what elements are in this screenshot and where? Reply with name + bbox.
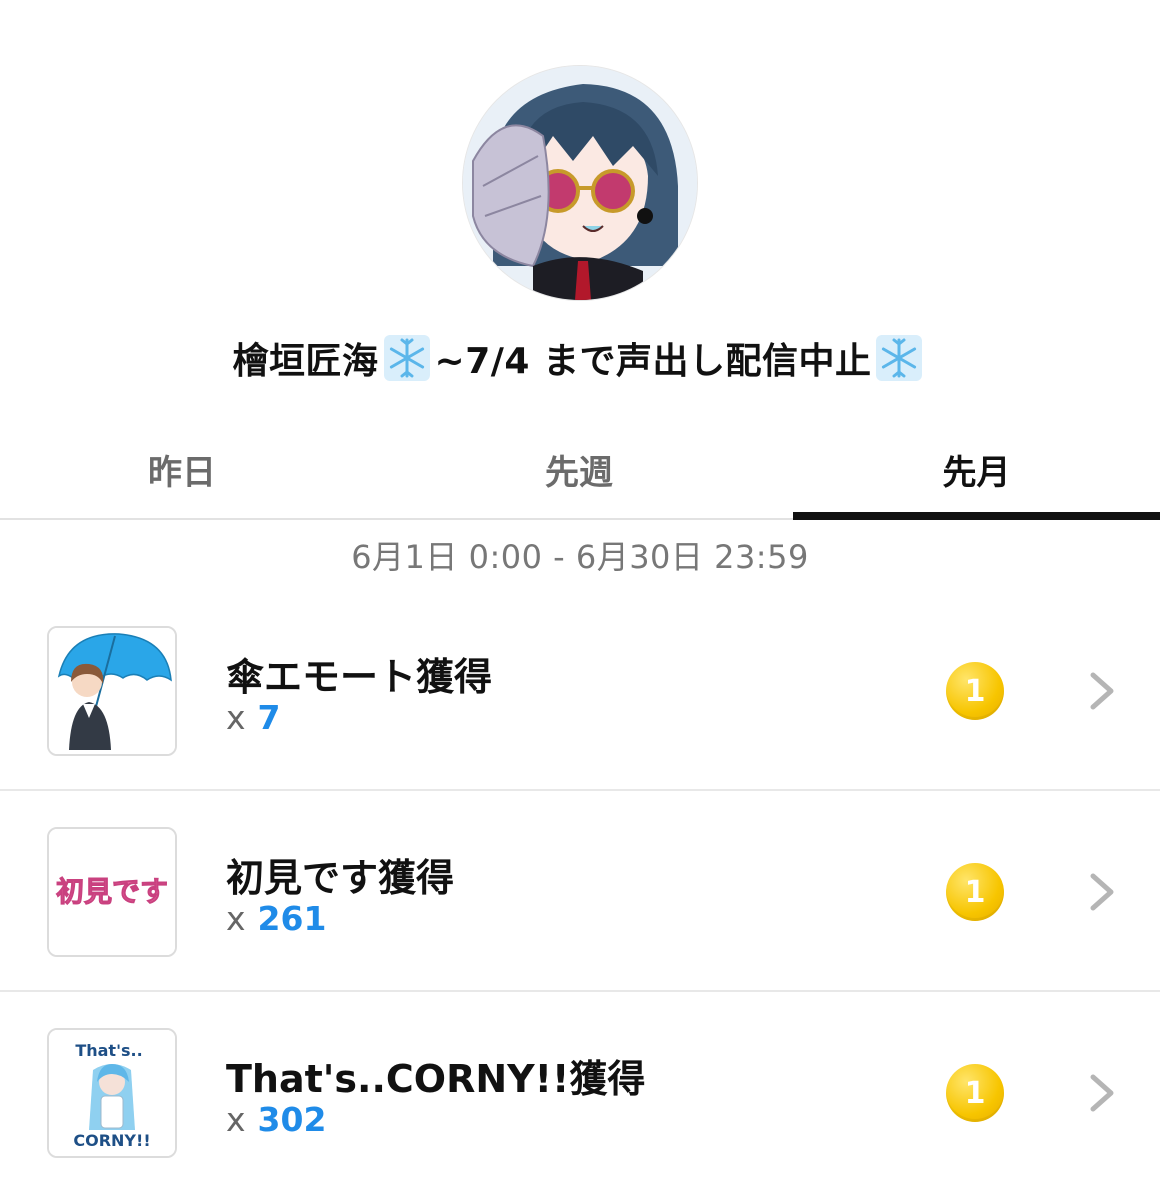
thumbnail-text-top: That's.. — [75, 1041, 142, 1060]
item-title: That's..CORNY!!獲得 — [226, 1057, 646, 1101]
snowflake-icon — [876, 335, 923, 381]
thumbnail-text-bottom: CORNY!! — [73, 1131, 150, 1150]
count-value: 7 — [257, 698, 281, 737]
tab-last-month-label: 先月 — [942, 452, 1011, 493]
profile-name-part1: 檜垣匠海 — [232, 341, 379, 382]
chevron-right-icon[interactable] — [1084, 1072, 1118, 1114]
tab-last-week[interactable]: 先週 — [365, 420, 793, 518]
chevron-right-icon[interactable] — [1084, 871, 1118, 913]
chevron-right-icon[interactable] — [1084, 670, 1118, 712]
profile-name-part2: ~7/4 まで声出し配信中止 — [434, 341, 872, 382]
profile-avatar — [463, 66, 697, 300]
list-item[interactable]: 傘エモート獲得 x7 1 — [0, 590, 1160, 791]
count-value: 302 — [257, 1100, 327, 1139]
achievement-list: 傘エモート獲得 x7 1 初見です 初見です獲得 x 261 1 That's.… — [0, 590, 1160, 1193]
item-title: 傘エモート獲得 — [226, 655, 493, 699]
count-prefix: x — [226, 899, 246, 938]
count-value: 261 — [257, 899, 327, 938]
list-item[interactable]: 初見です 初見です獲得 x 261 1 — [0, 791, 1160, 992]
rank-badge: 1 — [946, 1064, 1004, 1122]
hatsumi-desu-thumbnail: 初見です — [47, 827, 177, 957]
thumbnail-text: 初見です — [56, 875, 168, 908]
item-title: 初見です獲得 — [226, 856, 455, 900]
item-count: x7 — [226, 698, 281, 737]
umbrella-emote-thumbnail — [47, 626, 177, 756]
tab-yesterday[interactable]: 昨日 — [0, 420, 365, 518]
item-count: x 261 — [226, 899, 326, 938]
count-prefix: x — [226, 1100, 246, 1139]
tab-yesterday-label: 昨日 — [148, 452, 216, 493]
count-prefix: x — [226, 698, 246, 737]
rank-badge: 1 — [946, 863, 1004, 921]
profile-name: 檜垣匠海 ~7/4 まで声出し配信中止 — [0, 328, 1160, 388]
rank-badge: 1 — [946, 662, 1004, 720]
period-tabs: 昨日 先週 先月 — [0, 420, 1160, 520]
tab-last-month[interactable]: 先月 — [793, 420, 1160, 520]
snowflake-icon — [383, 335, 430, 381]
list-item[interactable]: That's.. CORNY!! That's..CORNY!!獲得 x 302 … — [0, 992, 1160, 1193]
item-count: x 302 — [226, 1100, 326, 1139]
tab-last-week-label: 先週 — [545, 452, 613, 493]
date-range: 6月1日 0:00 - 6月30日 23:59 — [351, 538, 809, 576]
thats-corny-thumbnail: That's.. CORNY!! — [47, 1028, 177, 1158]
